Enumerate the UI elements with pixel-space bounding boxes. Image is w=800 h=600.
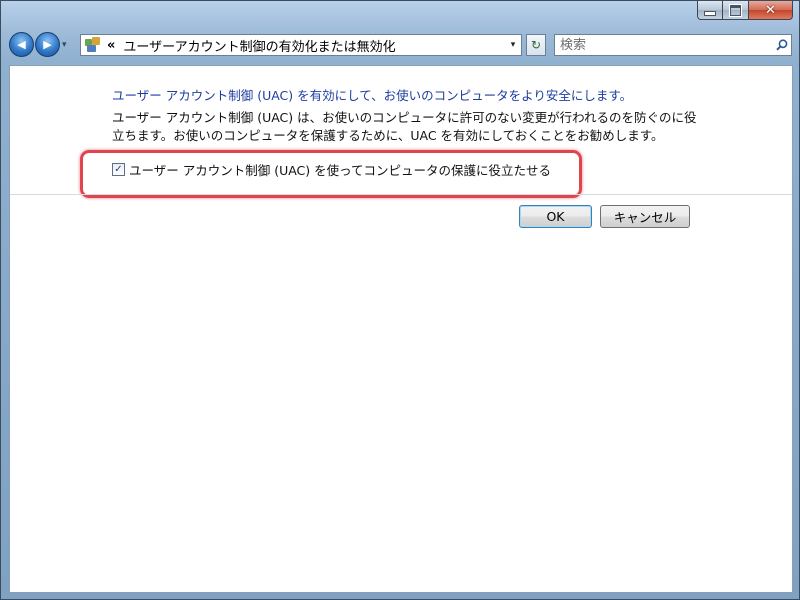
forward-arrow-icon: ▶ <box>43 38 52 51</box>
description-text: ユーザー アカウント制御 (UAC) は、お使いのコンピュータに許可のない変更が… <box>112 110 697 143</box>
close-icon: ✕ <box>765 2 776 18</box>
minimize-icon <box>704 10 716 16</box>
refresh-icon: ↻ <box>530 38 542 52</box>
address-bar[interactable]: « ユーザーアカウント制御の有効化または無効化 ▾ <box>80 34 522 56</box>
control-panel-icon <box>84 37 102 53</box>
close-button[interactable]: ✕ <box>749 1 793 20</box>
navigation-buttons: ◀ ▶ ▾ <box>9 32 67 57</box>
uac-checkbox-label: ユーザー アカウント制御 (UAC) を使ってコンピュータの保護に役立たせる <box>129 163 552 178</box>
uac-checkbox[interactable]: ✓ <box>112 163 125 176</box>
search-input[interactable] <box>555 35 773 55</box>
divider <box>10 194 792 195</box>
cancel-button[interactable]: キャンセル <box>600 205 690 228</box>
maximize-button[interactable] <box>723 1 749 20</box>
address-dropdown-icon[interactable]: ▾ <box>505 40 521 50</box>
window: ✕ ◀ ▶ ▾ « ユーザーアカウント制御の有効化または無効化 ▾ ↻ ユーザー <box>0 0 800 600</box>
content-pane: ユーザー アカウント制御 (UAC) を有効にして、お使いのコンピュータをより安… <box>9 65 793 593</box>
ok-button[interactable]: OK <box>519 205 592 228</box>
breadcrumb-current[interactable]: ユーザーアカウント制御の有効化または無効化 <box>123 36 505 55</box>
minimize-button[interactable] <box>697 1 723 20</box>
back-arrow-icon: ◀ <box>17 38 26 51</box>
page-heading: ユーザー アカウント制御 (UAC) を有効にして、お使いのコンピュータをより安… <box>112 88 633 103</box>
search-box <box>554 34 792 56</box>
uac-checkbox-row[interactable]: ✓ ユーザー アカウント制御 (UAC) を使ってコンピュータの保護に役立たせる <box>112 160 551 179</box>
back-button[interactable]: ◀ <box>9 32 34 57</box>
search-icon[interactable] <box>773 39 791 51</box>
refresh-button[interactable]: ↻ <box>526 34 546 56</box>
breadcrumb-overflow[interactable]: « <box>107 38 115 53</box>
maximize-icon <box>729 3 742 17</box>
caption-buttons: ✕ <box>697 1 793 20</box>
checkmark-icon: ✓ <box>114 163 123 175</box>
recent-pages-dropdown-icon[interactable]: ▾ <box>62 40 67 50</box>
forward-button[interactable]: ▶ <box>35 32 60 57</box>
